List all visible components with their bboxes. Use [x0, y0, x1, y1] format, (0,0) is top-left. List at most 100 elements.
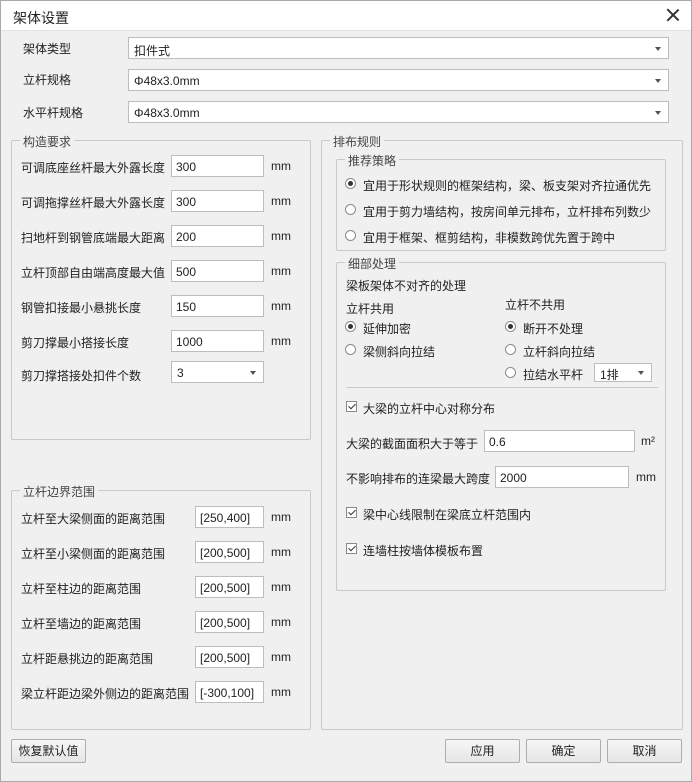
unit-label: mm [271, 334, 291, 348]
max-span-input[interactable]: 2000 [495, 466, 629, 488]
not-shared-radio[interactable] [505, 367, 516, 378]
restore-defaults-button[interactable]: 恢复默认值 [11, 739, 86, 763]
unit-label: mm [271, 194, 291, 208]
vertical-spec-label: 立杆规格 [23, 73, 72, 87]
symmetric-label: 大梁的立杆中心对称分布 [363, 402, 496, 416]
boundary-row-input[interactable]: [200,500] [195, 576, 264, 598]
boundary-row-input[interactable]: [200,500] [195, 611, 264, 633]
wall-column-label: 连墙柱按墙体模板布置 [363, 544, 484, 558]
unit-label: mm [271, 299, 291, 313]
shared-radio[interactable] [345, 321, 356, 332]
chevron-down-icon [655, 79, 661, 83]
rows-select[interactable]: 1排 [594, 363, 652, 382]
construction-row-label: 可调拖撑丝杆最大外露长度 [21, 196, 166, 210]
construction-row-input[interactable]: 500 [171, 260, 264, 282]
construction-row-label: 剪刀撑最小搭接长度 [21, 336, 130, 350]
horizontal-spec-select[interactable]: Φ48x3.0mm [128, 101, 669, 123]
construction-title: 构造要求 [20, 133, 75, 150]
boundary-row-input[interactable]: [200,500] [195, 646, 264, 668]
ok-button[interactable]: 确定 [526, 739, 601, 763]
rows-select-value: 1排 [600, 368, 619, 382]
clamp-count-label: 剪刀撑搭接处扣件个数 [21, 369, 142, 383]
shared-option-label: 梁侧斜向拉结 [363, 345, 436, 359]
shared-option-label: 延伸加密 [363, 322, 412, 336]
boundary-row-label: 立杆至大梁侧面的距离范围 [21, 512, 166, 526]
boundary-row-label: 立杆至小梁侧面的距离范围 [21, 547, 166, 561]
frame-type-select[interactable]: 扣件式 [128, 37, 669, 59]
construction-row-input[interactable]: 1000 [171, 330, 264, 352]
unit-label: mm [271, 650, 291, 664]
vertical-spec-select[interactable]: Φ48x3.0mm [128, 69, 669, 91]
not-shared-radio[interactable] [505, 321, 516, 332]
clamp-count-select[interactable]: 3 [171, 361, 264, 383]
wall-column-checkbox[interactable] [346, 543, 357, 554]
input-value: 2000 [500, 471, 527, 485]
boundary-row-input[interactable]: [-300,100] [195, 681, 264, 703]
strategy-radio[interactable] [345, 230, 356, 241]
horizontal-spec-value: Φ48x3.0mm [134, 106, 200, 120]
misaligned-label: 梁板架体不对齐的处理 [346, 279, 467, 293]
strategy-option-label: 宜用于形状规则的框架结构，梁、板支架对齐拉通优先 [363, 179, 652, 193]
construction-row-label: 钢管扣接最小悬挑长度 [21, 301, 142, 315]
unit-label: m² [641, 434, 655, 448]
unit-label: mm [271, 510, 291, 524]
strategy-title: 推荐策略 [345, 152, 400, 169]
apply-button[interactable]: 应用 [445, 739, 520, 763]
strategy-radio[interactable] [345, 204, 356, 215]
shared-radio[interactable] [345, 344, 356, 355]
construction-row-input[interactable]: 200 [171, 225, 264, 247]
chevron-down-icon [655, 111, 661, 115]
construction-group: 构造要求 [11, 133, 311, 440]
unit-label: mm [636, 470, 656, 484]
not-shared-option-label: 断开不处理 [523, 322, 584, 336]
construction-row-label: 可调底座丝杆最大外露长度 [21, 161, 166, 175]
input-value: 500 [176, 265, 197, 279]
dialog-title: 架体设置 [13, 10, 69, 26]
strategy-option-label: 宜用于框架、框剪结构，非模数跨优先置于跨中 [363, 231, 616, 245]
input-value: 1000 [176, 335, 203, 349]
title-bar: 架体设置 [1, 1, 691, 31]
unit-label: mm [271, 229, 291, 243]
construction-row-label: 扫地杆到钢管底端最大距离 [21, 231, 166, 245]
not-shared-title: 立杆不共用 [505, 298, 566, 312]
boundary-row-input[interactable]: [250,400] [195, 506, 264, 528]
boundary-row-label: 立杆至柱边的距离范围 [21, 582, 142, 596]
input-value: [250,400] [200, 511, 251, 525]
symmetric-checkbox[interactable] [346, 401, 357, 412]
detail-title: 细部处理 [345, 255, 400, 272]
not-shared-radio[interactable] [505, 344, 516, 355]
frame-type-value: 扣件式 [134, 44, 171, 58]
chevron-down-icon [655, 47, 661, 51]
frame-type-label: 架体类型 [23, 42, 72, 56]
construction-row-input[interactable]: 300 [171, 190, 264, 212]
not-shared-option-label: 立杆斜向拉结 [523, 345, 596, 359]
unit-label: mm [271, 685, 291, 699]
input-value: 300 [176, 160, 197, 174]
divider [346, 387, 658, 388]
section-area-label: 大梁的截面面积大于等于 [346, 437, 479, 451]
construction-row-input[interactable]: 300 [171, 155, 264, 177]
frame-settings-dialog: 架体设置 架体类型 扣件式 立杆规格 Φ48x3.0mm 水平杆规格 Φ48x3… [0, 0, 692, 782]
vertical-spec-value: Φ48x3.0mm [134, 74, 200, 88]
section-area-input[interactable]: 0.6 [484, 430, 635, 452]
chevron-down-icon [638, 371, 644, 375]
construction-row-input[interactable]: 150 [171, 295, 264, 317]
unit-label: mm [271, 159, 291, 173]
chevron-down-icon [250, 371, 256, 375]
construction-row-label: 立杆顶部自由端高度最大值 [21, 266, 166, 280]
strategy-option-label: 宜用于剪力墙结构，按房间单元排布，立杆排布列数少 [363, 205, 652, 219]
cancel-button[interactable]: 取消 [607, 739, 682, 763]
unit-label: mm [271, 615, 291, 629]
boundary-row-label: 立杆距悬挑边的距离范围 [21, 652, 154, 666]
not-shared-option-label: 拉结水平杆 [523, 368, 584, 382]
input-value: [200,500] [200, 546, 251, 560]
centerline-checkbox[interactable] [346, 507, 357, 518]
input-value: 0.6 [489, 435, 506, 449]
input-value: 200 [176, 230, 197, 244]
close-icon[interactable] [665, 7, 681, 23]
clamp-count-value: 3 [177, 366, 184, 380]
input-value: [200,500] [200, 581, 251, 595]
unit-label: mm [271, 580, 291, 594]
strategy-radio[interactable] [345, 178, 356, 189]
boundary-row-input[interactable]: [200,500] [195, 541, 264, 563]
